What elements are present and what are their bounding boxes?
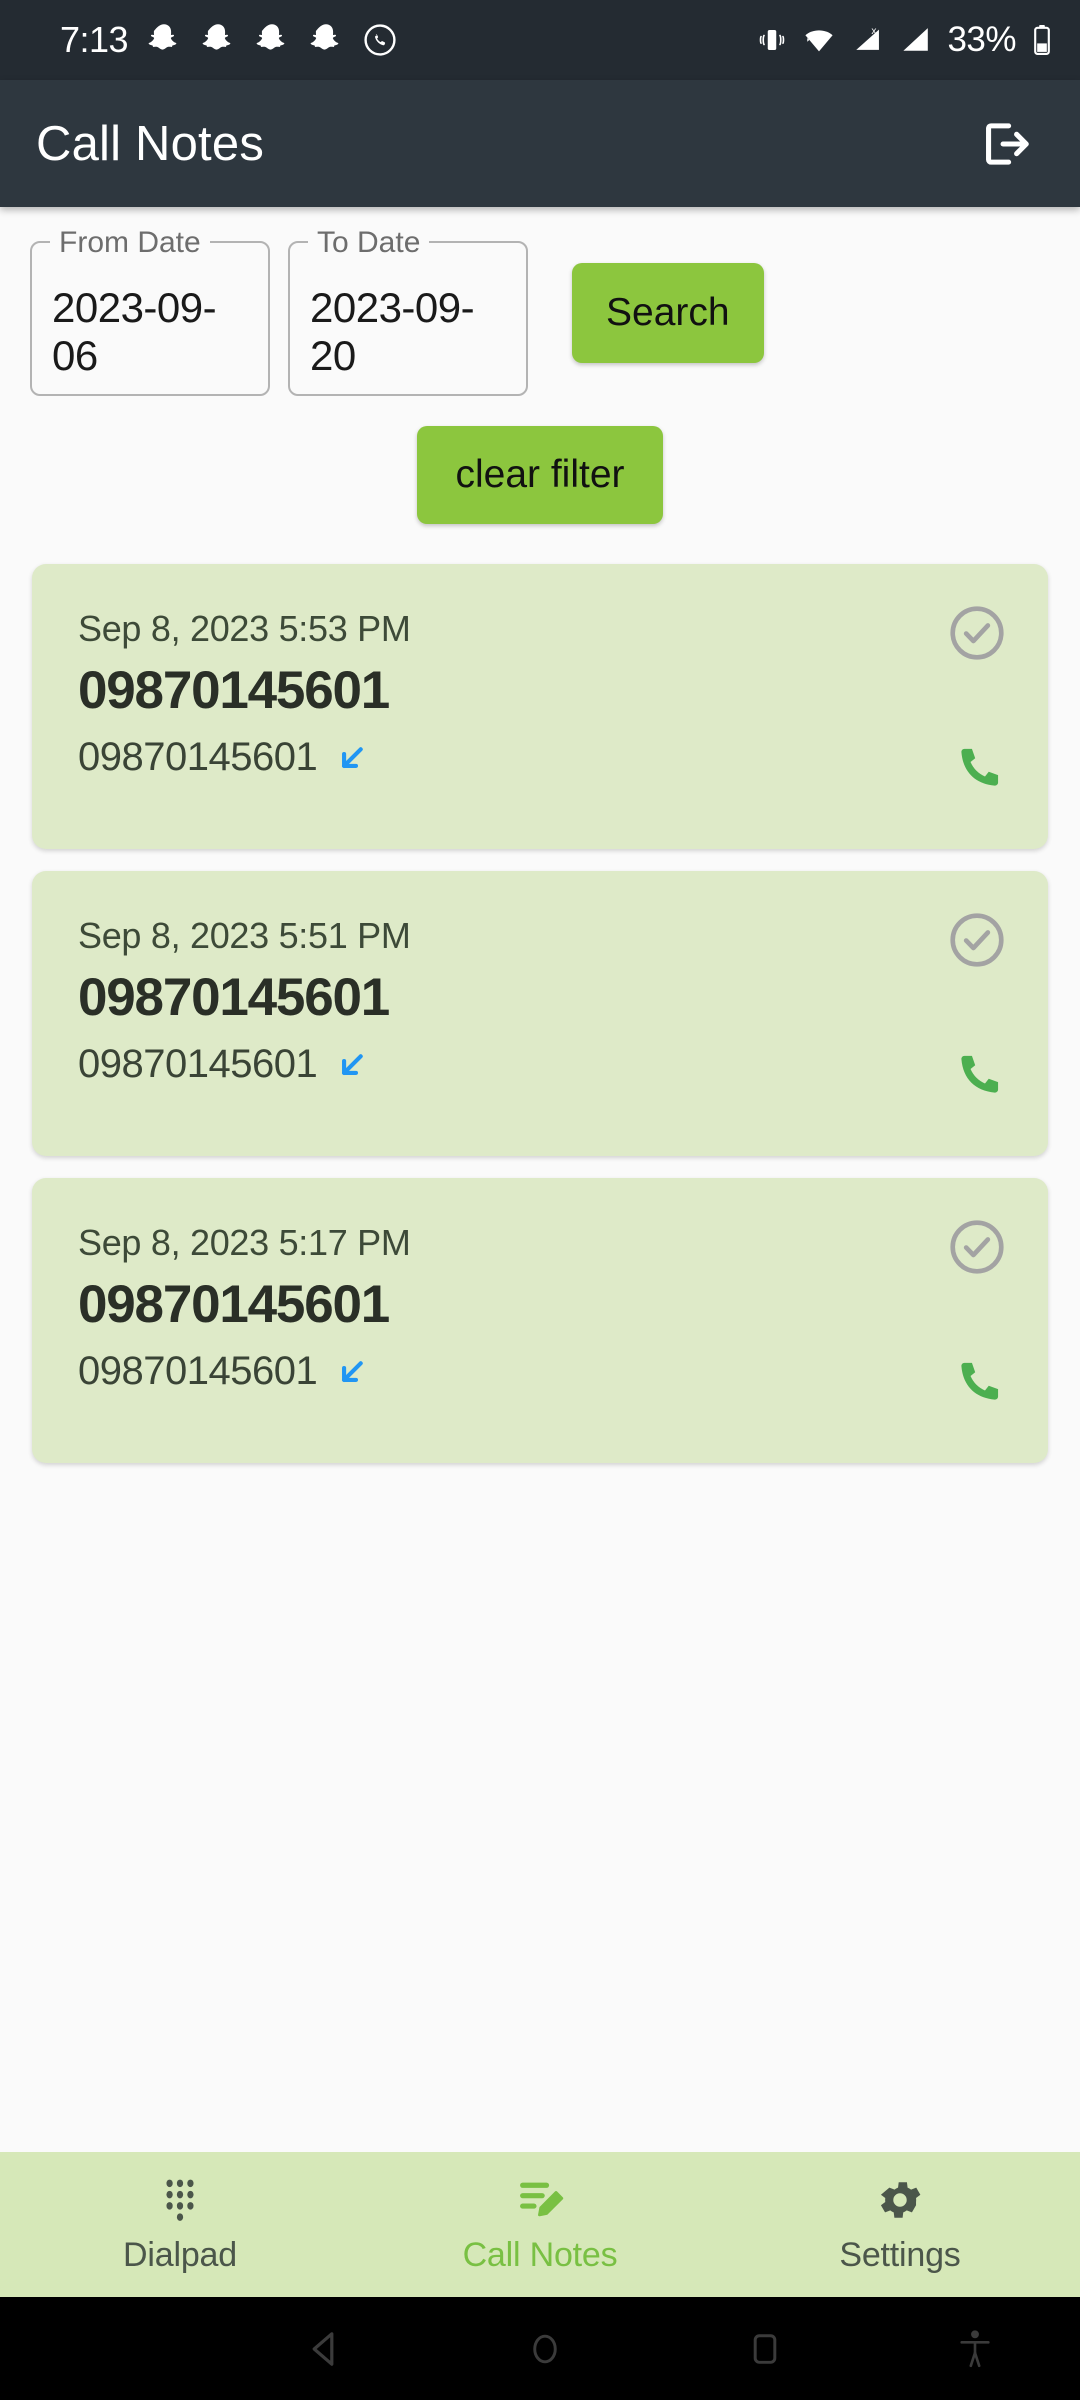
battery-icon bbox=[1034, 24, 1050, 55]
phone-icon[interactable] bbox=[950, 1048, 1006, 1104]
clear-filter-button[interactable]: clear filter bbox=[417, 426, 663, 524]
incoming-call-arrow-icon bbox=[342, 1053, 363, 1075]
to-date-value: 2023-09-20 bbox=[310, 283, 475, 379]
list-item[interactable]: Sep 8, 2023 5:51 PM 09870145601 09870145… bbox=[32, 871, 1048, 1156]
svg-text:x: x bbox=[872, 26, 877, 37]
gear-icon bbox=[874, 2174, 926, 2226]
status-time: 7:13 bbox=[60, 19, 129, 60]
home-icon bbox=[533, 2334, 557, 2363]
bottom-navigation: Dialpad Call Notes Settings bbox=[0, 2152, 1080, 2297]
from-date-value: 2023-09-06 bbox=[52, 283, 217, 379]
note-edit-icon bbox=[514, 2174, 566, 2226]
nav-label-call-notes: Call Notes bbox=[462, 2236, 618, 2274]
snapchat-icon bbox=[310, 24, 339, 50]
vibrate-icon bbox=[760, 30, 785, 50]
check-circle-icon[interactable] bbox=[946, 1216, 1008, 1278]
dialpad-icon bbox=[155, 2174, 205, 2226]
list-item[interactable]: Sep 8, 2023 5:53 PM 09870145601 09870145… bbox=[32, 564, 1048, 849]
back-icon bbox=[312, 2331, 334, 2366]
note-sub-number: 09870145601 bbox=[78, 735, 318, 779]
android-back-button[interactable] bbox=[270, 2297, 380, 2400]
check-circle-icon[interactable] bbox=[946, 602, 1008, 664]
battery-percent-label: 33% bbox=[947, 20, 1016, 59]
note-timestamp: Sep 8, 2023 5:53 PM bbox=[78, 608, 411, 649]
phone-screen: 7:13 x 33% Call Notes From Date 2023-09-… bbox=[0, 0, 1080, 2400]
note-phone-number: 09870145601 bbox=[78, 968, 390, 1027]
logout-icon bbox=[986, 122, 1029, 165]
note-sub-number: 09870145601 bbox=[78, 1042, 318, 1086]
note-phone-number: 09870145601 bbox=[78, 661, 390, 720]
recents-icon bbox=[753, 2333, 777, 2364]
note-subline: 09870145601 bbox=[78, 735, 1008, 780]
nav-item-dialpad[interactable]: Dialpad bbox=[0, 2152, 360, 2297]
note-subline: 09870145601 bbox=[78, 1349, 1008, 1394]
logout-button[interactable] bbox=[964, 103, 1046, 185]
snapchat-icon bbox=[256, 24, 285, 50]
clear-filter-row: clear filter bbox=[0, 426, 1080, 524]
status-bar-right: x 33% bbox=[757, 20, 1054, 60]
call-notes-list: Sep 8, 2023 5:53 PM 09870145601 09870145… bbox=[0, 564, 1080, 1463]
phone-icon[interactable] bbox=[950, 1355, 1006, 1411]
main-content: From Date 2023-09-06 To Date 2023-09-20 … bbox=[0, 207, 1080, 2152]
note-phone-number: 09870145601 bbox=[78, 1275, 390, 1334]
check-circle-icon[interactable] bbox=[946, 909, 1008, 971]
filter-row: From Date 2023-09-06 To Date 2023-09-20 … bbox=[0, 226, 1080, 396]
search-button[interactable]: Search bbox=[572, 263, 764, 363]
incoming-call-arrow-icon bbox=[342, 1360, 363, 1382]
status-bar: 7:13 x 33% bbox=[0, 0, 1080, 80]
phone-icon[interactable] bbox=[950, 741, 1006, 797]
android-navigation-bar bbox=[0, 2297, 1080, 2400]
signal-sim1-icon: x bbox=[856, 26, 880, 50]
accessibility-icon bbox=[960, 2329, 990, 2367]
status-bar-left: 7:13 bbox=[60, 19, 398, 61]
from-date-field[interactable]: From Date 2023-09-06 bbox=[30, 226, 270, 396]
nav-label-dialpad: Dialpad bbox=[123, 2236, 237, 2274]
note-subline: 09870145601 bbox=[78, 1042, 1008, 1087]
note-sub-number: 09870145601 bbox=[78, 1349, 318, 1393]
nav-item-call-notes[interactable]: Call Notes bbox=[360, 2152, 720, 2297]
signal-sim2-icon bbox=[903, 28, 929, 51]
app-bar: Call Notes bbox=[0, 80, 1080, 207]
android-accessibility-button[interactable] bbox=[920, 2297, 1030, 2400]
android-home-button[interactable] bbox=[490, 2297, 600, 2400]
nav-label-settings: Settings bbox=[839, 2236, 961, 2274]
incoming-call-arrow-icon bbox=[342, 746, 363, 768]
wifi-icon bbox=[805, 30, 834, 52]
whatsapp-icon bbox=[364, 24, 396, 56]
note-timestamp: Sep 8, 2023 5:51 PM bbox=[78, 915, 411, 956]
page-title: Call Notes bbox=[36, 116, 265, 171]
nav-item-settings[interactable]: Settings bbox=[720, 2152, 1080, 2297]
list-item[interactable]: Sep 8, 2023 5:17 PM 09870145601 09870145… bbox=[32, 1178, 1048, 1463]
android-recents-button[interactable] bbox=[710, 2297, 820, 2400]
snapchat-icon bbox=[202, 24, 231, 50]
to-date-label: To Date bbox=[308, 226, 430, 260]
to-date-field[interactable]: To Date 2023-09-20 bbox=[288, 226, 528, 396]
from-date-label: From Date bbox=[50, 226, 210, 260]
snapchat-icon bbox=[148, 24, 177, 50]
note-timestamp: Sep 8, 2023 5:17 PM bbox=[78, 1222, 411, 1263]
